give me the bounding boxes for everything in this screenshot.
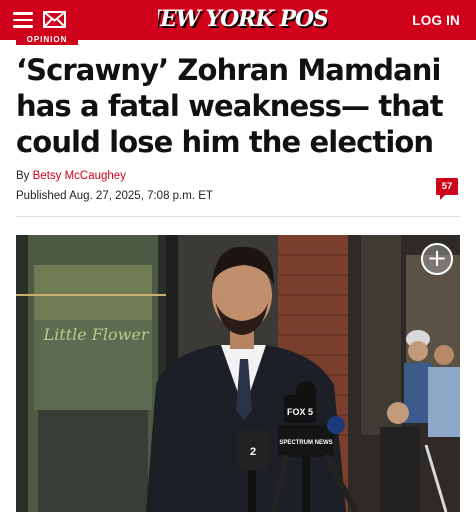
svg-text:Little Flower: Little Flower (43, 325, 150, 344)
byline-prefix: By (16, 170, 30, 182)
envelope-icon[interactable] (43, 11, 66, 28)
mic-flag-label: SPECTRUM NEWS (279, 440, 332, 446)
mic-flag-label: 2 (250, 446, 256, 458)
mic-flag-label: FOX 5 (287, 407, 313, 417)
plus-circle-icon[interactable]: + (421, 243, 453, 275)
new-york-post-logo[interactable]: NEW YORK POST NEW YORK POST (158, 4, 328, 34)
divider (16, 216, 460, 217)
comment-count-badge[interactable]: 57 (436, 178, 458, 200)
article-photo[interactable]: FOX 5 SPECTRUM NEWS 2 Little Flower (16, 235, 460, 512)
author-link[interactable]: Betsy McCaughey (33, 170, 126, 182)
published-date: Published Aug. 27, 2025, 7:08 p.m. ET (16, 190, 213, 202)
section-tag[interactable]: OPINION (16, 34, 78, 45)
article-headline: ‘Scrawny’ Zohran Mamdani has a fatal wea… (16, 53, 444, 159)
svg-text:NEW YORK POST: NEW YORK POST (158, 6, 328, 32)
byline: By Betsy McCaughey (16, 170, 126, 182)
login-link[interactable]: LOG IN (412, 13, 460, 28)
hamburger-menu-icon[interactable] (13, 12, 33, 28)
